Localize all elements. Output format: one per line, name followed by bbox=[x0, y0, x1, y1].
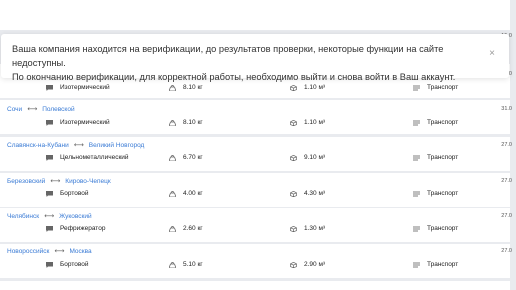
shipment-card[interactable]: Славянск-на-Кубани ⟷ Великий Новгород 27.0… bbox=[0, 137, 512, 171]
route-to-link[interactable]: Полевской bbox=[42, 106, 74, 113]
shipment-card[interactable]: Челябинск ⟷ Жуковский 27.0 Рефрижератор 2.… bbox=[0, 208, 512, 242]
route-to-link[interactable]: Москва bbox=[69, 248, 91, 255]
route: Новороссийск ⟷ Москва bbox=[7, 247, 92, 255]
body-type: Цельнометаллический bbox=[60, 154, 129, 161]
shipment-date: 31.0 bbox=[501, 106, 512, 112]
notification-message: Ваша компания находится на верификации, … bbox=[12, 42, 482, 84]
cube-icon bbox=[290, 120, 297, 126]
cube-icon bbox=[290, 262, 297, 268]
chat-icon bbox=[46, 120, 53, 126]
chat-icon bbox=[46, 262, 53, 268]
cube-icon bbox=[290, 85, 297, 91]
weight-icon bbox=[169, 120, 176, 126]
shipment-details: Изотермический 8.10 кг 1.10 м³ Транспорт bbox=[0, 83, 510, 93]
weight-icon bbox=[169, 155, 176, 161]
volume-value: 9.10 м³ bbox=[304, 154, 326, 161]
weight-value: 2.60 кг bbox=[183, 225, 203, 232]
lines-icon bbox=[413, 120, 420, 126]
route: Сочи ⟷ Полевской bbox=[7, 105, 75, 113]
route-from-link[interactable]: Новороссийск bbox=[7, 248, 49, 255]
route-from-link[interactable]: Челябинск bbox=[7, 213, 39, 220]
chat-icon bbox=[46, 226, 53, 232]
weight-value: 4.00 кг bbox=[183, 190, 203, 197]
route-to-link[interactable]: Жуковский bbox=[59, 213, 91, 220]
close-icon[interactable]: × bbox=[489, 49, 495, 59]
transport-label: Транспорт bbox=[427, 261, 459, 268]
volume-value: 1.10 м³ bbox=[304, 84, 326, 91]
weight-icon bbox=[169, 262, 176, 268]
volume-value: 4.30 м³ bbox=[304, 190, 326, 197]
transport-label: Транспорт bbox=[427, 190, 459, 197]
transport-label: Транспорт bbox=[427, 119, 459, 126]
transport-label: Транспорт bbox=[427, 84, 459, 91]
weight-icon bbox=[169, 85, 176, 91]
route-from-link[interactable]: Березовский bbox=[7, 178, 45, 185]
lines-icon bbox=[413, 155, 420, 161]
cube-icon bbox=[290, 191, 297, 197]
weight-icon bbox=[169, 226, 176, 232]
volume-value: 1.10 м³ bbox=[304, 119, 326, 126]
transport-label: Транспорт bbox=[427, 154, 459, 161]
chat-icon bbox=[46, 85, 53, 91]
shipment-date: 27.0 bbox=[501, 178, 512, 184]
route: Славянск-на-Кубани ⟷ Великий Новгород bbox=[7, 141, 144, 149]
weight-value: 5.10 кг bbox=[183, 261, 203, 268]
shipment-details: Цельнометаллический 6.70 кг 9.10 м³ Тран… bbox=[0, 153, 510, 163]
route-from-link[interactable]: Славянск-на-Кубани bbox=[7, 142, 69, 149]
shipment-details: Бортовой 4.00 кг 4.30 м³ Транспорт bbox=[0, 189, 510, 199]
weight-value: 8.10 кг bbox=[183, 119, 203, 126]
volume-value: 1.30 м³ bbox=[304, 225, 326, 232]
route-arrow-icon: ⟷ bbox=[73, 142, 84, 149]
cube-icon bbox=[290, 155, 297, 161]
shipment-details: Рефрижератор 2.60 кг 1.30 м³ Транспорт bbox=[0, 224, 510, 234]
transport-label: Транспорт bbox=[427, 225, 459, 232]
body-type: Рефрижератор bbox=[60, 225, 106, 232]
shipment-card[interactable]: Сочи ⟷ Полевской 31.0 Изотермический 8.10 … bbox=[0, 100, 512, 134]
shipment-card[interactable]: Новороссийск ⟷ Москва 27.0 Бортовой 5.10 к… bbox=[0, 244, 512, 278]
lines-icon bbox=[413, 85, 420, 91]
route-to-link[interactable]: Кирово-Чепецк bbox=[65, 178, 110, 185]
chat-icon bbox=[46, 191, 53, 197]
shipment-card[interactable]: Березовский ⟷ Кирово-Чепецк 27.0 Бортовой … bbox=[0, 173, 512, 207]
lines-icon bbox=[413, 262, 420, 268]
route-from-link[interactable]: Сочи bbox=[7, 106, 22, 113]
route-arrow-icon: ⟷ bbox=[27, 106, 38, 113]
shipment-details: Бортовой 5.10 кг 2.90 м³ Транспорт bbox=[0, 260, 510, 270]
body-type: Бортовой bbox=[60, 261, 89, 268]
shipment-card[interactable]: 15.0 bbox=[0, 0, 512, 39]
weight-icon bbox=[169, 191, 176, 197]
notification-line-2: По окончанию верификации, для корректной… bbox=[12, 72, 456, 82]
route-to-link[interactable]: Великий Новгород bbox=[89, 142, 145, 149]
body-type: Изотермический bbox=[60, 119, 110, 126]
route: Челябинск ⟷ Жуковский bbox=[7, 212, 92, 220]
weight-value: 6.70 кг bbox=[183, 154, 203, 161]
weight-value: 8.10 кг bbox=[183, 84, 203, 91]
chat-icon bbox=[46, 155, 53, 161]
lines-icon bbox=[413, 226, 420, 232]
body-type: Бортовой bbox=[60, 190, 89, 197]
route-arrow-icon: ⟷ bbox=[44, 213, 55, 220]
shipment-date: 27.0 bbox=[501, 248, 512, 254]
route: Березовский ⟷ Кирово-Чепецк bbox=[7, 177, 111, 185]
shipment-card[interactable] bbox=[0, 281, 510, 290]
shipment-date: 27.0 bbox=[501, 142, 512, 148]
route-arrow-icon: ⟷ bbox=[54, 248, 65, 255]
shipment-details: Изотермический 8.10 кг 1.10 м³ Транспорт bbox=[0, 118, 510, 128]
notification-line-1: Ваша компания находится на верификации, … bbox=[12, 44, 444, 68]
shipment-date: 27.0 bbox=[501, 213, 512, 219]
verification-notification: Ваша компания находится на верификации, … bbox=[1, 34, 509, 82]
body-type: Изотермический bbox=[60, 84, 110, 91]
volume-value: 2.90 м³ bbox=[304, 261, 326, 268]
cube-icon bbox=[290, 226, 297, 232]
route-arrow-icon: ⟷ bbox=[50, 178, 61, 185]
lines-icon bbox=[413, 191, 420, 197]
